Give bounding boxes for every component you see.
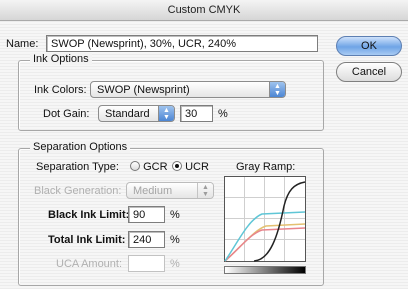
ok-button[interactable]: OK [336,36,402,56]
uca-amount-label: UCA Amount: [56,258,123,270]
dot-gain-unit: % [218,108,228,120]
gcr-label: GCR [143,161,168,173]
name-label: Name: [6,38,39,50]
uca-amount-field[interactable] [128,255,165,272]
black-ink-limit-field[interactable]: 90 [128,206,165,223]
ink-colors-value: SWOP (Newsprint) [97,84,190,96]
separation-type-label: Separation Type: [36,161,119,173]
ucr-radio[interactable]: UCR [172,161,209,173]
dot-gain-field[interactable]: 30 [180,105,213,122]
chevron-updown-icon: ▲ ▼ [197,183,213,198]
gcr-radio-button[interactable] [130,161,140,171]
gray-ramp-graph [224,176,306,262]
black-ink-limit-unit: % [170,209,180,221]
gcr-radio[interactable]: GCR [130,161,168,173]
custom-cmyk-dialog: Custom CMYK Name: SWOP (Newsprint), 30%,… [0,0,408,289]
chevron-updown-icon: ▲ ▼ [269,82,285,97]
dialog-title: Custom CMYK [0,0,408,21]
ink-colors-select[interactable]: SWOP (Newsprint) ▲ ▼ [90,81,286,98]
total-ink-limit-unit: % [170,234,180,246]
dot-gain-mode-value: Standard [105,108,150,120]
total-ink-limit-field[interactable]: 240 [128,231,165,248]
dot-gain-label: Dot Gain: [43,108,90,120]
name-field[interactable]: SWOP (Newsprint), 30%, UCR, 240% [46,35,318,52]
ucr-radio-button[interactable] [172,161,182,171]
black-generation-value: Medium [133,185,173,197]
ink-options-legend: Ink Options [30,53,92,65]
ucr-label: UCR [185,161,209,173]
dot-gain-mode-select[interactable]: Standard ▲ ▼ [98,105,175,122]
separation-options-legend: Separation Options [30,141,131,153]
ink-colors-label: Ink Colors: [34,84,87,96]
gray-ramp-gradient-bar [224,266,306,274]
cancel-button[interactable]: Cancel [336,62,402,82]
chevron-updown-icon: ▲ ▼ [158,106,174,121]
black-generation-label: Black Generation: [34,185,122,197]
uca-amount-unit: % [170,258,180,270]
black-ink-limit-label: Black Ink Limit: [48,209,130,221]
gray-ramp-label: Gray Ramp: [236,161,296,173]
black-generation-select[interactable]: Medium ▲ ▼ [126,182,214,199]
total-ink-limit-label: Total Ink Limit: [48,234,126,246]
